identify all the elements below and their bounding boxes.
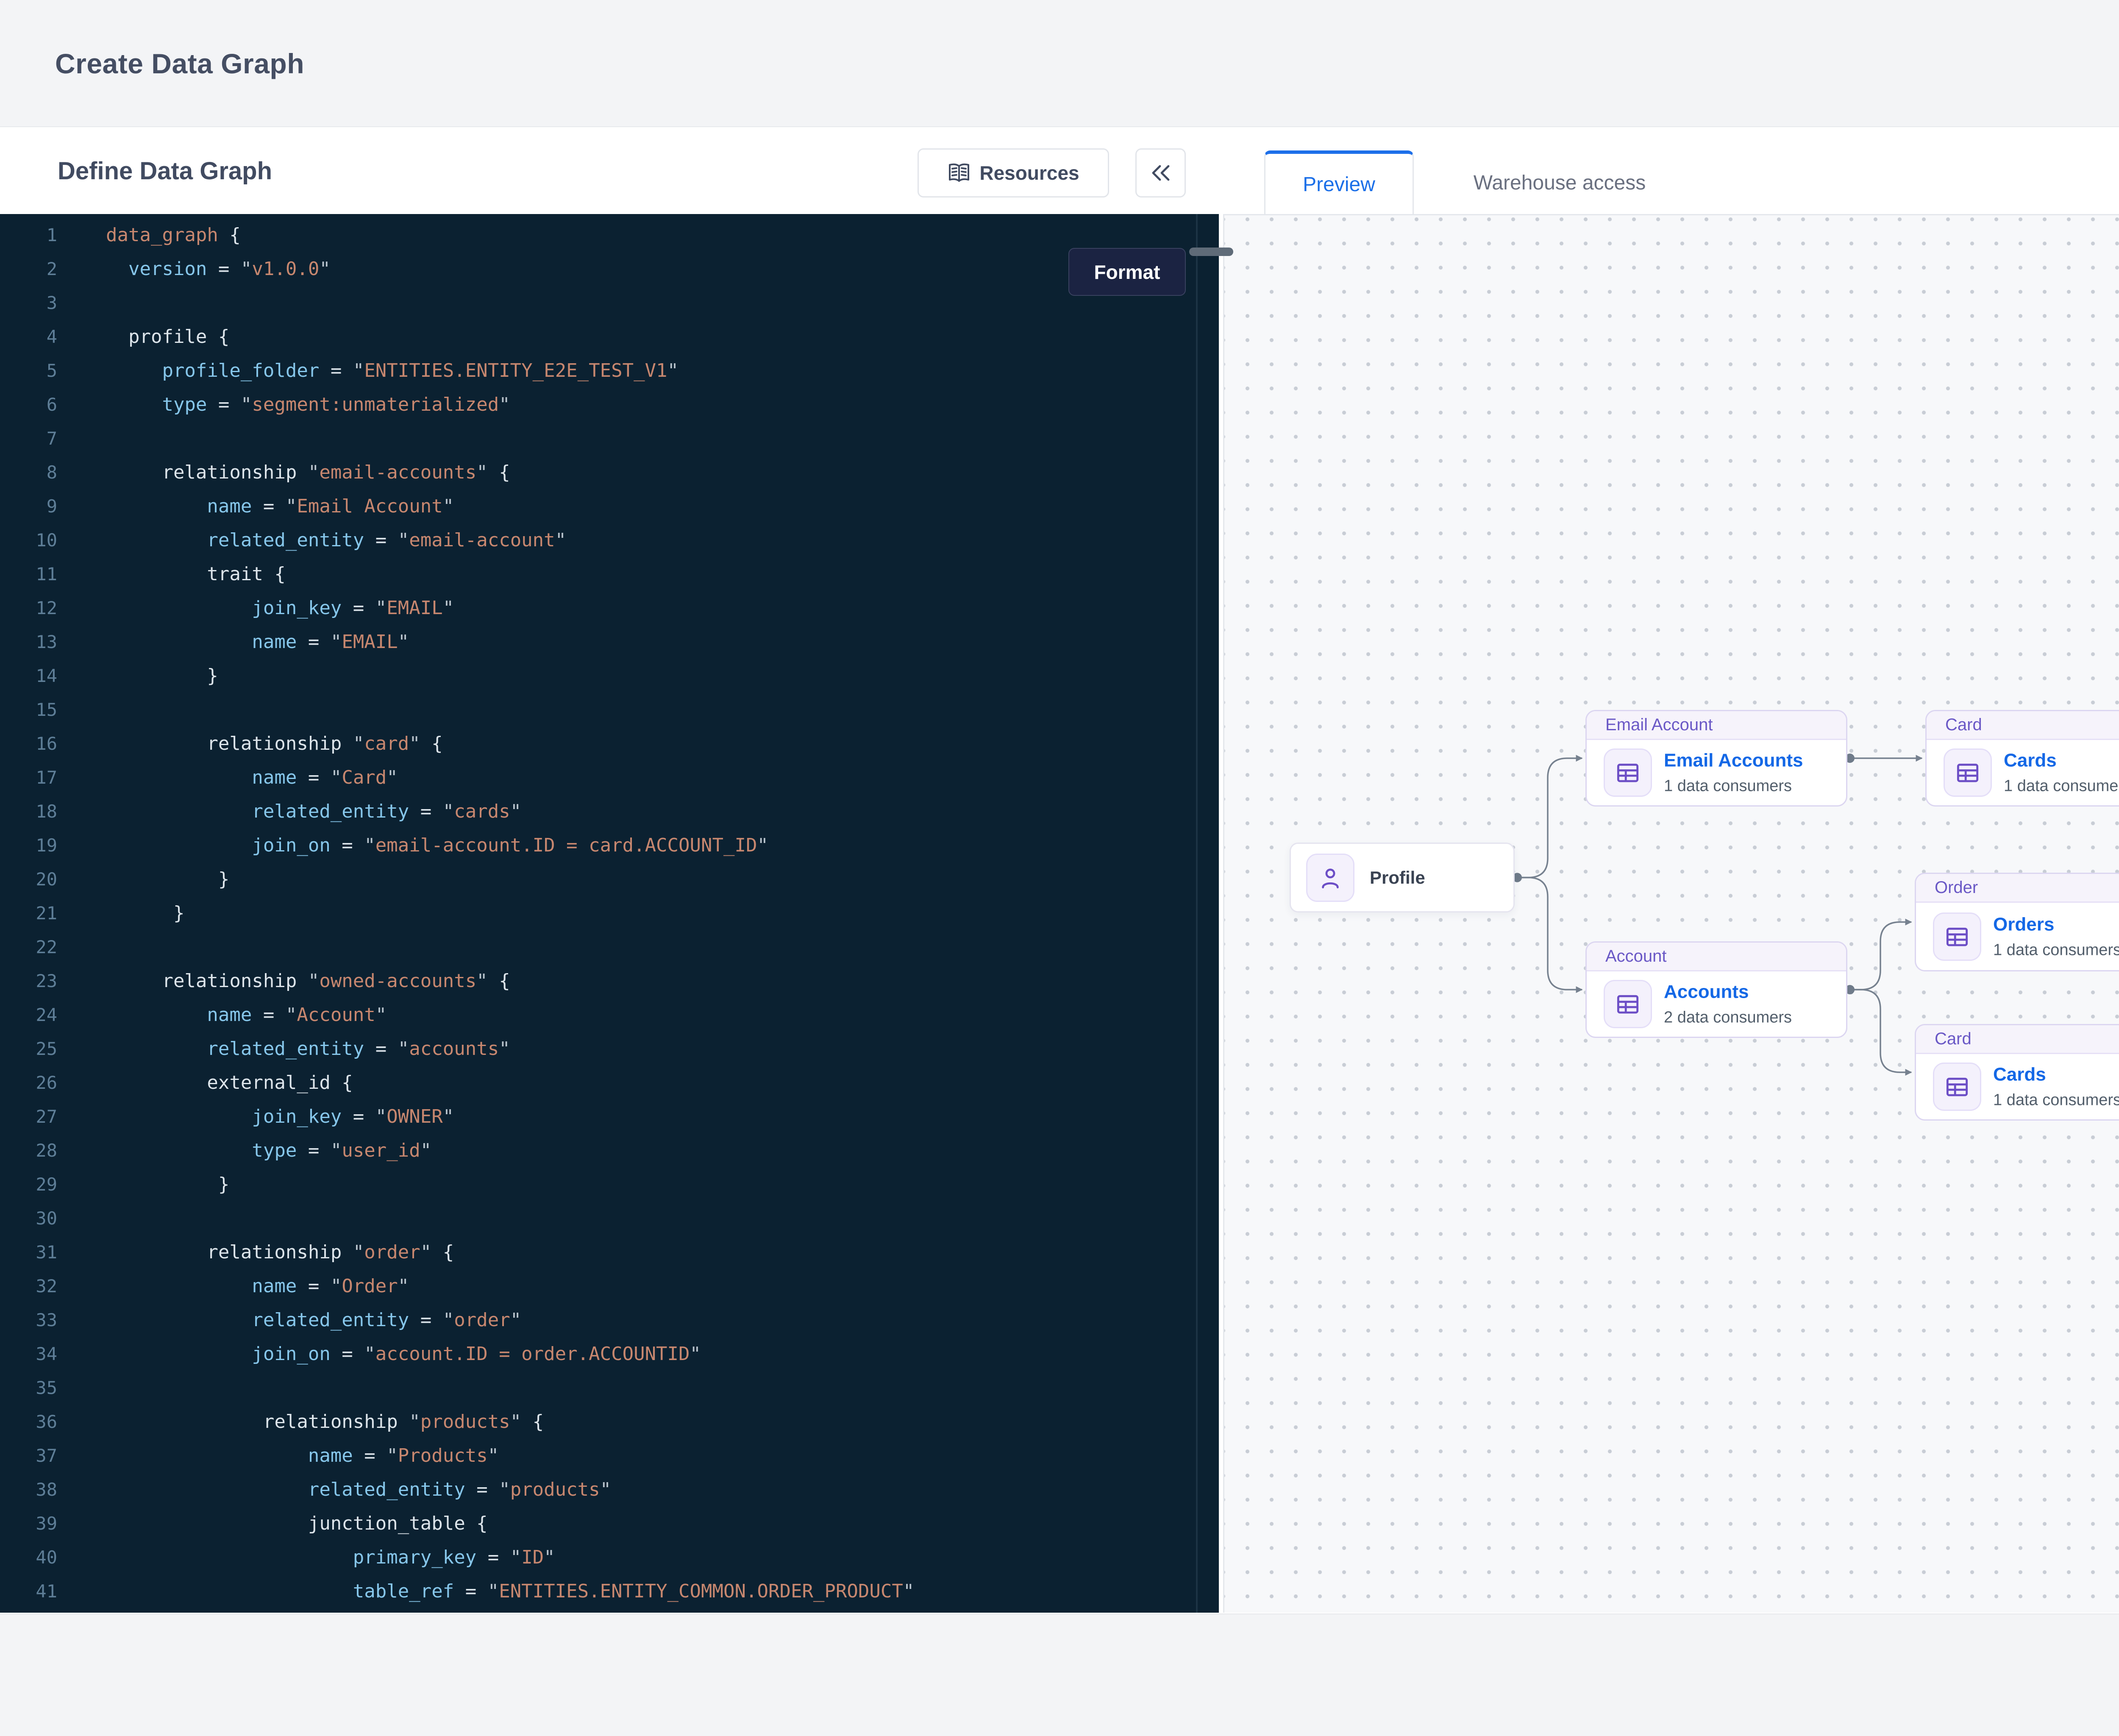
app-header: Create Data Graph Cancel [0,0,2119,127]
code-line: 8 relationship "email-accounts" { [0,456,1219,490]
node-group-title: Email Account [1587,711,1846,740]
node-entity-link[interactable]: Accounts [1664,982,1792,1003]
code-line: 41 table_ref = "ENTITIES.ENTITY_COMMON.O… [0,1575,1219,1608]
code-line: 15 [0,693,1219,727]
code-line: 28 type = "user_id" [0,1134,1219,1168]
graph-node-account[interactable]: Account Accounts 2 data consumers [1585,941,1847,1038]
code-line: 26 external_id { [0,1066,1219,1100]
resources-button-label: Resources [979,161,1079,184]
graph-node-card-bottom[interactable]: Card Cards 1 data consumers [1915,1024,2119,1121]
code-line: 21 } [0,896,1219,930]
node-group-title: Account [1587,943,1846,971]
graph-node-email-account[interactable]: Email Account Email Accounts 1 data cons… [1585,710,1847,807]
code-line: 3 [0,286,1219,320]
code-line: 11 trait { [0,557,1219,591]
graph-canvas[interactable]: Profile Email Account Email Accounts 1 d… [1223,214,2119,1613]
node-consumer-count: 1 data consumers [1993,941,2119,959]
format-button[interactable]: Format [1068,248,1186,296]
code-line: 31 relationship "order" { [0,1235,1219,1269]
node-consumer-count: 1 data consumers [1993,1091,2119,1110]
code-line: 2 version = "v1.0.0" [0,252,1219,286]
code-line: 7 [0,422,1219,456]
footer-bar: Save [0,1614,2119,1736]
code-line: 39 junction_table { [0,1507,1219,1541]
table-icon [1933,913,1981,961]
node-consumer-count: 2 data consumers [1664,1009,1792,1027]
code-line: 23 relationship "owned-accounts" { [0,964,1219,998]
code-line: 14 } [0,659,1219,693]
graph-edge-profile-email-account [1515,758,1582,878]
node-group-title: Card [1916,1025,2119,1054]
table-icon [1933,1063,1981,1111]
graph-edge-profile-account [1515,878,1582,990]
code-line: 16 relationship "card" { [0,727,1219,761]
node-group-title: Order [1916,874,2119,903]
code-line: 1data_graph { [0,218,1219,252]
panel-toolbar: Define Data Graph Resources [0,128,2119,214]
person-icon [1306,854,1354,902]
code-line: 32 name = "Order" [0,1269,1219,1303]
table-icon [1944,748,1992,797]
code-line: 30 [0,1202,1219,1235]
node-entity-link[interactable]: Cards [1993,1064,2119,1085]
code-line: 25 related_entity = "accounts" [0,1032,1219,1066]
table-icon [1604,980,1652,1028]
open-book-icon [947,163,971,183]
code-line: 33 related_entity = "order" [0,1303,1219,1337]
tab-warehouse-access-label: Warehouse access [1474,171,1646,195]
node-entity-link[interactable]: Orders [1993,914,2119,935]
code-line: 18 related_entity = "cards" [0,795,1219,829]
create-data-graph-page: Create Data Graph Cancel Define Data Gra… [0,0,2119,1736]
double-chevron-left-icon [1150,163,1172,183]
code-line: 29 } [0,1168,1219,1202]
code-line: 10 related_entity = "email-account" [0,523,1219,557]
code-line: 4 profile { [0,320,1219,354]
table-icon [1604,748,1652,797]
code-line: 38 related_entity = "products" [0,1473,1219,1507]
code-line: 20 } [0,862,1219,896]
code-line: 27 join_key = "OWNER" [0,1100,1219,1134]
code-line: 9 name = "Email Account" [0,490,1219,523]
code-line: 13 name = "EMAIL" [0,625,1219,659]
code-line: 6 type = "segment:unmaterialized" [0,388,1219,422]
profile-node-label: Profile [1370,868,1425,888]
code-line: 36 relationship "products" { [0,1405,1219,1439]
code-line: 12 join_key = "EMAIL" [0,591,1219,625]
graph-node-profile[interactable]: Profile [1290,843,1515,913]
code-line: 22 [0,930,1219,964]
tab-preview[interactable]: Preview [1264,150,1414,215]
editor-panel-title: Define Data Graph [58,128,272,214]
page-title: Create Data Graph [55,0,304,127]
code-line: 24 name = "Account" [0,998,1219,1032]
code-line: 37 name = "Products" [0,1439,1219,1473]
node-entity-link[interactable]: Email Accounts [1664,750,1803,771]
code-lines: 1data_graph {2 version = "v1.0.0"34 prof… [0,218,1219,1608]
graph-edge-account-card-bottom [1847,990,1911,1072]
code-line: 5 profile_folder = "ENTITIES.ENTITY_E2E_… [0,354,1219,388]
editor-scrollbar[interactable] [1196,214,1198,1613]
resources-button[interactable]: Resources [918,148,1109,198]
node-entity-link[interactable]: Cards [2004,750,2119,771]
node-group-title: Card [1927,711,2119,740]
graph-node-card-top[interactable]: Card Cards 1 data consumer [1925,710,2119,807]
collapse-panel-button[interactable] [1135,148,1186,198]
code-line: 40 primary_key = "ID" [0,1541,1219,1575]
panel-resize-handle[interactable] [1189,248,1233,256]
tab-warehouse-access[interactable]: Warehouse access [1437,150,1682,215]
graph-edge-account-order [1847,922,1911,990]
code-line: 17 name = "Card" [0,761,1219,795]
tab-preview-label: Preview [1303,173,1375,196]
code-editor[interactable]: 1data_graph {2 version = "v1.0.0"34 prof… [0,214,1219,1613]
node-consumer-count: 1 data consumers [1664,777,1803,796]
code-line: 35 [0,1371,1219,1405]
code-line: 19 join_on = "email-account.ID = card.AC… [0,829,1219,862]
node-consumer-count: 1 data consumer [2004,777,2119,796]
graph-node-order[interactable]: Order Orders 1 data consumers [1915,873,2119,971]
code-line: 34 join_on = "account.ID = order.ACCOUNT… [0,1337,1219,1371]
